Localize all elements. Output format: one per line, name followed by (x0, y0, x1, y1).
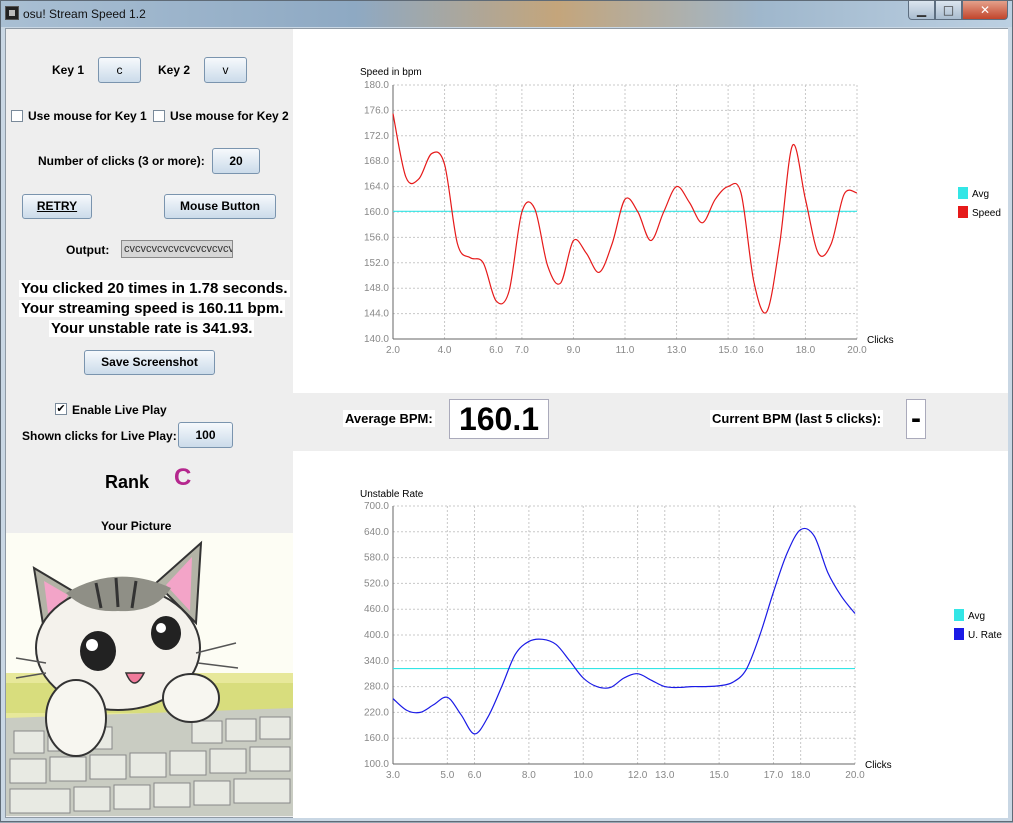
ur-xtick-label: 15.0 (709, 770, 729, 781)
app-icon (5, 6, 19, 20)
key2-button[interactable]: v (204, 57, 247, 83)
speed-xtick-label: 15.0 (718, 345, 738, 356)
speed-ytick-label: 156.0 (364, 232, 389, 243)
minimize-button[interactable]: ▁ (908, 1, 935, 20)
current-bpm-label: Current BPM (last 5 clicks): (710, 410, 884, 427)
ur-legend-swatch (954, 609, 964, 621)
shown-clicks-input[interactable]: 100 (178, 422, 233, 448)
ur-xtick-label: 6.0 (468, 770, 482, 781)
avg-bpm-label: Average BPM: (343, 410, 435, 427)
ur-xlabel: Clicks (865, 760, 892, 771)
speed-ytick-label: 160.0 (364, 207, 389, 218)
speed-ytick-label: 168.0 (364, 156, 389, 167)
speed-ytick-label: 152.0 (364, 258, 389, 269)
ur-ytick-label: 520.0 (364, 578, 389, 589)
shown-clicks-label: Shown clicks for Live Play: (22, 429, 177, 443)
mouse-key2-checkbox[interactable] (153, 110, 165, 122)
mouse-key1-checkbox[interactable] (11, 110, 23, 122)
ur-xtick-label: 12.0 (628, 770, 648, 781)
key2-label: Key 2 (158, 63, 191, 77)
speed-xlabel: Clicks (867, 335, 894, 346)
mouse-key2-label: Use mouse for Key 2 (170, 109, 289, 123)
mouse-button[interactable]: Mouse Button (164, 194, 276, 219)
avg-bpm-value: 160.1 (449, 399, 549, 439)
ur-ytick-label: 460.0 (364, 604, 389, 615)
ur-ytick-label: 700.0 (364, 501, 389, 512)
current-bpm-value: - (906, 399, 926, 439)
ur-chart-panel: Unstable Rate Clicks 100.0 160.0 220.0 280.… (293, 451, 1008, 818)
clicks-input[interactable]: 20 (212, 148, 260, 174)
ur-xtick-label: 5.0 (440, 770, 454, 781)
mouse-key1-label: Use mouse for Key 1 (28, 109, 147, 123)
speed-xtick-label: 7.0 (515, 345, 529, 356)
close-button[interactable]: ✕ (962, 1, 1008, 20)
ur-legend-swatch (954, 628, 964, 640)
ur-ytick-label: 400.0 (364, 630, 389, 641)
speed-chart-panel: Speed in bpm Clicks 140.0 144.0 148.0 152.0… (293, 29, 1008, 393)
speed-ytick-label: 176.0 (364, 105, 389, 116)
ur-ytick-label: 220.0 (364, 707, 389, 718)
speed-xtick-label: 2.0 (386, 345, 400, 356)
ur-legend-label: Avg (968, 611, 985, 622)
speed-legend-swatch (958, 206, 968, 218)
ur-xtick-label: 17.0 (764, 770, 784, 781)
ur-ytick-label: 580.0 (364, 553, 389, 564)
speed-xtick-label: 20.0 (847, 345, 867, 356)
ur-ytick-label: 280.0 (364, 682, 389, 693)
ur-ytick-label: 160.0 (364, 733, 389, 744)
picture-label: Your Picture (101, 519, 172, 533)
ur-chart: Unstable Rate Clicks 100.0 160.0 220.0 280.… (360, 489, 1002, 781)
ur-ytick-label: 340.0 (364, 656, 389, 667)
speed-ytick-label: 172.0 (364, 131, 389, 142)
speed-ytick-label: 140.0 (364, 334, 389, 345)
result-line-2: Your streaming speed is 160.11 bpm. (19, 300, 286, 317)
speed-ytick-label: 144.0 (364, 309, 389, 320)
ur-ytick-label: 100.0 (364, 759, 389, 770)
client-area: Key 1 c Key 2 v Use mouse for Key 1 Use … (5, 28, 1008, 818)
live-play-label: Enable Live Play (72, 403, 167, 417)
window-title: osu! Stream Speed 1.2 (23, 7, 146, 21)
maximize-button[interactable]: □ (935, 1, 962, 20)
ur-ytick-label: 640.0 (364, 527, 389, 538)
output-label: Output: (66, 243, 110, 257)
live-play-checkbox[interactable]: ✔ (55, 403, 67, 415)
output-field[interactable]: cvcvcvcvcvcvcvcvcvcv (121, 240, 233, 258)
speed-legend-label: Speed (972, 208, 1001, 219)
rank-value: C (174, 464, 192, 491)
app-window: osu! Stream Speed 1.2 ▁ □ ✕ Key 1 c Key … (0, 0, 1013, 822)
speed-xtick-label: 18.0 (796, 345, 816, 356)
speed-xtick-label: 16.0 (744, 345, 764, 356)
result-line-1: You clicked 20 times in 1.78 seconds. (19, 280, 290, 297)
speed-xtick-label: 6.0 (489, 345, 503, 356)
speed-legend-label: Avg (972, 189, 989, 200)
clicks-label: Number of clicks (3 or more): (38, 154, 205, 168)
retry-button[interactable]: RETRY (22, 194, 92, 219)
ur-ylabel: Unstable Rate (360, 489, 424, 500)
ur-legend-label: U. Rate (968, 630, 1002, 641)
ur-xtick-label: 18.0 (791, 770, 811, 781)
ur-xtick-label: 20.0 (845, 770, 865, 781)
speed-ytick-label: 164.0 (364, 182, 389, 193)
speed-ytick-label: 148.0 (364, 283, 389, 294)
speed-xtick-label: 9.0 (566, 345, 580, 356)
key1-button[interactable]: c (98, 57, 141, 83)
speed-ytick-label: 180.0 (364, 80, 389, 91)
ur-xtick-label: 10.0 (574, 770, 594, 781)
key1-label: Key 1 (52, 63, 85, 77)
rank-label: Rank (105, 472, 150, 492)
result-line-3: Your unstable rate is 341.93. (49, 320, 255, 337)
speed-chart: Speed in bpm Clicks 140.0 144.0 148.0 152.0… (360, 67, 1001, 356)
title-bar[interactable]: osu! Stream Speed 1.2 ▁ □ ✕ (1, 1, 1012, 27)
speed-legend-swatch (958, 187, 968, 199)
speed-xtick-label: 11.0 (616, 345, 635, 356)
ur-xtick-label: 8.0 (522, 770, 536, 781)
cat-picture (6, 533, 294, 816)
ur-xtick-label: 3.0 (386, 770, 400, 781)
ur-xtick-label: 13.0 (655, 770, 675, 781)
save-screenshot-button[interactable]: Save Screenshot (84, 350, 215, 375)
speed-xtick-label: 4.0 (438, 345, 452, 356)
speed-xtick-label: 13.0 (667, 345, 687, 356)
bpm-strip: Average BPM: 160.1 Current BPM (last 5 c… (293, 393, 1008, 451)
speed-ylabel: Speed in bpm (360, 67, 422, 78)
